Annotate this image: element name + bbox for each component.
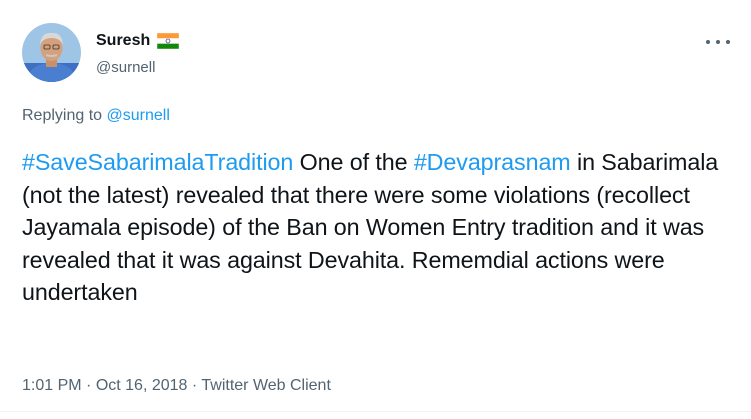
tweet-date[interactable]: Oct 16, 2018 xyxy=(96,377,188,394)
more-dot xyxy=(706,40,710,44)
hashtag-link[interactable]: #Devaprasnam xyxy=(414,149,571,175)
meta-separator: · xyxy=(187,377,202,394)
hashtag-link[interactable]: #SaveSabarimalaTradition xyxy=(22,149,293,175)
india-flag-icon xyxy=(157,32,180,50)
divider xyxy=(0,411,751,412)
tweet: Suresh @surnell Replying to @surnell #Sa… xyxy=(0,0,751,419)
avatar-image xyxy=(22,23,81,82)
more-dot xyxy=(716,40,720,44)
replying-to: Replying to @surnell xyxy=(22,107,170,125)
more-horizontal-icon[interactable] xyxy=(706,35,730,49)
more-dot xyxy=(726,40,730,44)
tweet-time[interactable]: 1:01 PM xyxy=(22,377,82,394)
author-display-name[interactable]: Suresh xyxy=(96,32,150,50)
avatar[interactable] xyxy=(22,23,81,82)
tweet-text: #SaveSabarimalaTradition One of the #Dev… xyxy=(22,146,742,309)
meta-separator: · xyxy=(81,377,96,394)
author-handle[interactable]: @surnell xyxy=(96,59,155,76)
tweet-text-segment: One of the xyxy=(293,149,414,175)
replying-to-mention[interactable]: @surnell xyxy=(107,107,170,124)
tweet-source[interactable]: Twitter Web Client xyxy=(201,377,331,394)
author-name-row: Suresh xyxy=(96,32,180,50)
tweet-meta: 1:01 PM · Oct 16, 2018 · Twitter Web Cli… xyxy=(22,377,331,395)
replying-to-label: Replying to xyxy=(22,107,107,124)
